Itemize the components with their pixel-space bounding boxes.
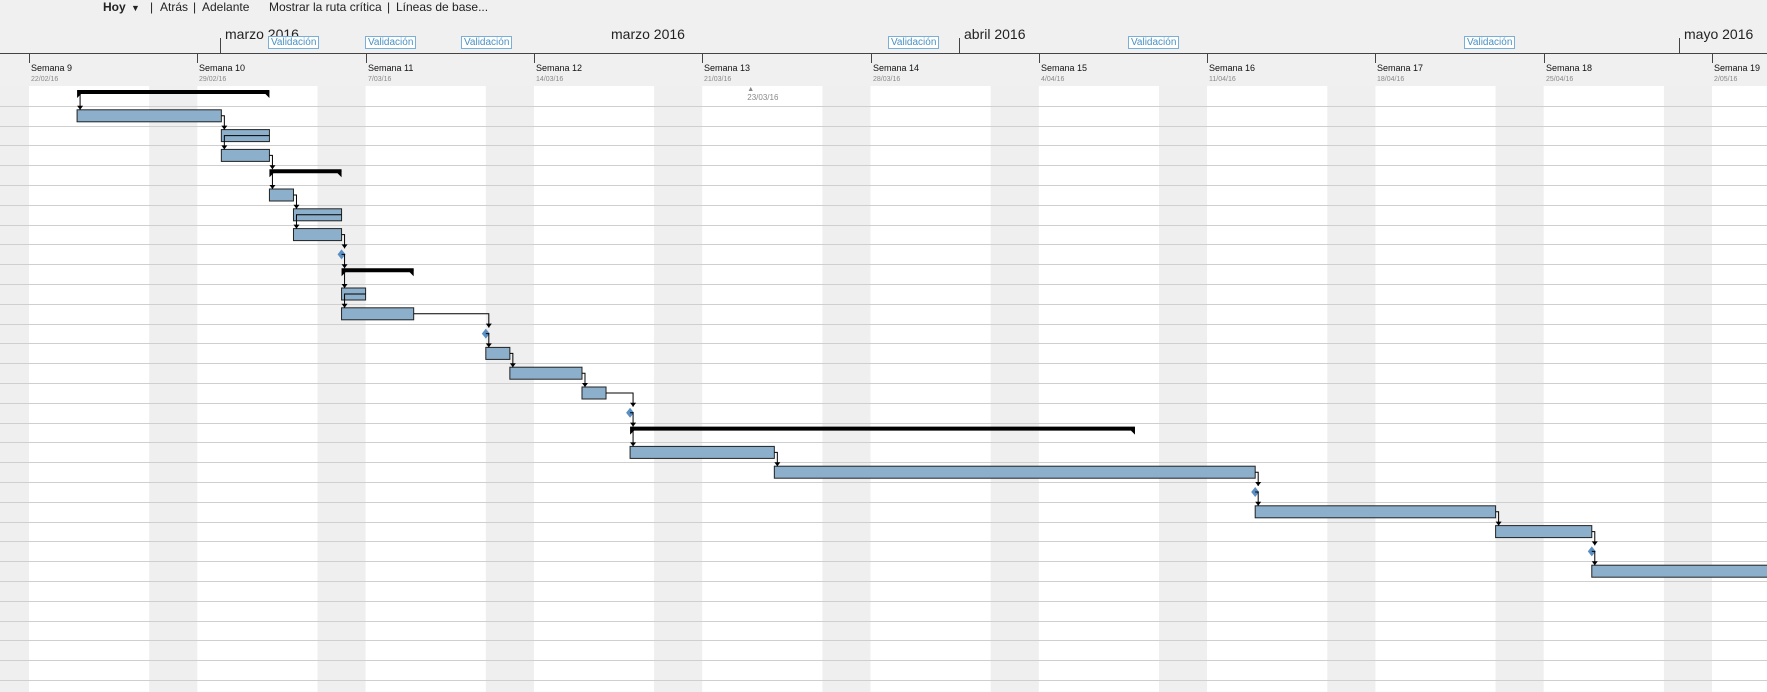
validation-milestone-flag[interactable]: Validación	[268, 36, 320, 49]
toolbar-separator: |	[193, 0, 197, 14]
week-date: 2/05/16	[1714, 76, 1738, 83]
week-tick	[702, 54, 703, 63]
month-label: marzo 2016	[611, 26, 685, 42]
week-tick	[1544, 54, 1545, 63]
month-divider	[1679, 38, 1680, 54]
dependency-arrow-icon	[1591, 561, 1598, 566]
task-bar	[509, 366, 583, 380]
dependency-arrow-icon	[293, 224, 300, 229]
summary-bar	[630, 426, 1135, 435]
gantt-chart-area	[0, 86, 1767, 692]
validation-milestone-flag[interactable]: Validación	[1128, 36, 1180, 49]
dependency-link	[632, 428, 1135, 447]
task-bar	[773, 465, 1256, 479]
week-label: Semana 18	[1546, 63, 1593, 73]
week-date: 25/04/16	[1546, 76, 1574, 83]
week-date: 7/03/16	[368, 76, 392, 83]
dependency-arrow-icon	[630, 442, 637, 447]
task-bar	[1591, 564, 1767, 578]
dependency-link	[606, 392, 634, 407]
dependency-arrow-icon	[630, 402, 637, 407]
week-label: Semana 15	[1041, 63, 1088, 73]
dependency-arrow-icon	[1591, 541, 1598, 546]
timeline-divider	[0, 53, 1767, 54]
dependency-arrow-icon	[581, 383, 588, 387]
week-tick	[366, 54, 367, 63]
validation-milestone-flag[interactable]: Validación	[888, 36, 940, 49]
dependency-arrow-icon	[77, 105, 84, 110]
week-date: 14/03/16	[536, 76, 564, 83]
dependency-arrow-icon	[1255, 501, 1262, 506]
week-tick	[197, 54, 198, 63]
week-date: 22/02/16	[31, 76, 59, 83]
week-label: Semana 16	[1209, 63, 1256, 73]
month-label: abril 2016	[964, 26, 1026, 42]
month-label: mayo 2016	[1684, 26, 1754, 42]
dependency-link	[413, 313, 490, 328]
baselines-button[interactable]: Líneas de base...	[396, 0, 488, 14]
week-date: 18/04/16	[1377, 76, 1405, 83]
task-bar	[341, 307, 415, 321]
week-date: 28/03/16	[873, 76, 901, 83]
validation-milestone-flag[interactable]: Validación	[365, 36, 417, 49]
week-date: 4/04/16	[1041, 76, 1065, 83]
week-label: Semana 17	[1377, 63, 1424, 73]
dependency-arrow-icon	[221, 125, 228, 130]
task-bar	[1495, 525, 1593, 539]
week-label: Semana 13	[704, 63, 751, 73]
week-tick	[1712, 54, 1713, 63]
week-tick	[871, 54, 872, 63]
show-critical-path-button[interactable]: Mostrar la ruta crítica	[269, 0, 382, 14]
task-bar	[76, 109, 222, 123]
task-bar	[581, 386, 607, 400]
month-row: marzo 2016 marzo 2016 abril 2016 mayo 20…	[0, 16, 1767, 54]
week-label: Semana 10	[199, 63, 246, 73]
dependency-arrow-icon	[293, 204, 300, 209]
month-divider	[220, 38, 221, 54]
dependency-arrow-icon	[630, 422, 637, 427]
task-bar	[268, 188, 294, 202]
week-date: 11/04/16	[1209, 76, 1236, 83]
week-label: Semana 9	[31, 63, 73, 73]
week-tick	[1375, 54, 1376, 63]
today-dropdown-icon[interactable]: ▼	[131, 1, 140, 15]
week-label: Semana 12	[536, 63, 583, 73]
week-label: Semana 14	[873, 63, 920, 73]
task-bar	[220, 148, 270, 162]
today-button[interactable]: Hoy	[103, 0, 126, 14]
dependency-arrow-icon	[269, 165, 276, 170]
forward-button[interactable]: Adelante	[202, 0, 249, 14]
toolbar-separator: |	[150, 0, 154, 14]
validation-milestone-flag[interactable]: Validación	[461, 36, 513, 49]
gantt-toolbar: Hoy ▼ | Atrás | Adelante Mostrar la ruta…	[0, 0, 1767, 16]
dependency-arrow-icon	[269, 185, 276, 189]
dependency-arrow-icon	[774, 462, 781, 467]
dependency-arrow-icon	[221, 145, 228, 150]
week-tick	[1207, 54, 1208, 63]
month-divider	[959, 38, 960, 54]
week-tick	[29, 54, 30, 63]
back-button[interactable]: Atrás	[160, 0, 188, 14]
task-bar	[292, 228, 343, 242]
validation-milestone-flag[interactable]: Validación	[1464, 36, 1516, 49]
week-label: Semana 19	[1714, 63, 1761, 73]
task-bar	[629, 445, 775, 459]
dependency-arrow-icon	[1255, 482, 1262, 486]
week-label: Semana 11	[368, 63, 414, 73]
toolbar-separator: |	[387, 0, 391, 14]
week-date: 21/03/16	[704, 76, 732, 83]
week-tick	[1039, 54, 1040, 63]
week-date: 29/02/16	[199, 76, 227, 83]
week-tick	[534, 54, 535, 63]
task-bar	[485, 346, 511, 360]
task-bar	[1254, 505, 1497, 519]
